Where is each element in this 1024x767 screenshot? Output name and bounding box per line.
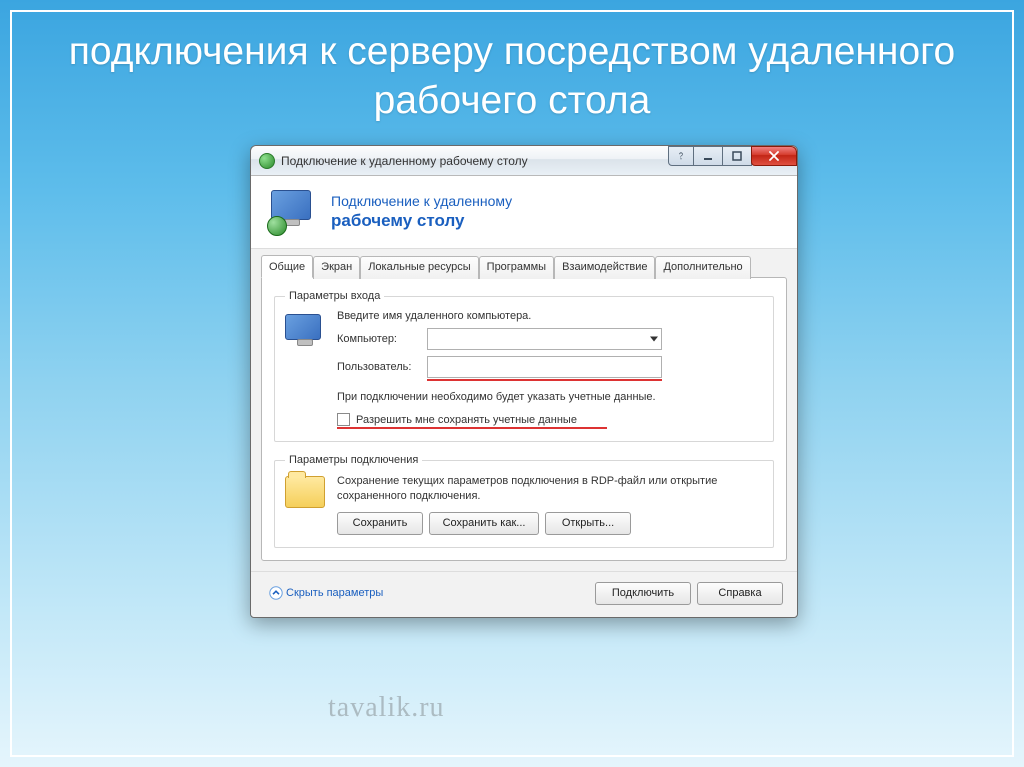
tab-general[interactable]: Общие	[261, 255, 313, 278]
login-group-legend: Параметры входа	[285, 290, 384, 302]
tab-programs[interactable]: Программы	[479, 256, 554, 279]
tab-experience[interactable]: Взаимодействие	[554, 256, 655, 279]
user-label: Пользователь:	[337, 361, 427, 373]
computer-input[interactable]	[427, 328, 662, 350]
save-creds-label: Разрешить мне сохранять учетные данные	[356, 414, 577, 426]
minimize-button[interactable]	[693, 146, 723, 166]
folder-icon	[285, 474, 325, 508]
help-button[interactable]	[668, 146, 694, 166]
computer-row: Компьютер:	[337, 328, 763, 350]
save-as-button[interactable]: Сохранить как...	[429, 512, 539, 535]
tab-local-resources[interactable]: Локальные ресурсы	[360, 256, 478, 279]
connect-button[interactable]: Подключить	[595, 582, 691, 605]
tab-panel-general: Параметры входа Введите имя удаленного к…	[261, 277, 787, 561]
rdp-app-icon	[259, 153, 275, 169]
connection-group: Параметры подключения Сохранение текущих…	[274, 454, 774, 548]
hide-params-label: Скрыть параметры	[286, 587, 383, 599]
computer-label: Компьютер:	[337, 333, 427, 345]
open-button[interactable]: Открыть...	[545, 512, 631, 535]
user-input[interactable]	[427, 356, 662, 378]
chevron-up-icon	[269, 586, 283, 600]
login-group: Параметры входа Введите имя удаленного к…	[274, 290, 774, 442]
computer-combo[interactable]	[427, 328, 662, 350]
banner: Подключение к удаленному рабочему столу	[251, 176, 797, 249]
tab-advanced[interactable]: Дополнительно	[655, 256, 750, 279]
rdp-banner-icon	[269, 190, 317, 234]
user-row: Пользователь:	[337, 356, 763, 378]
save-creds-checkbox[interactable]	[337, 413, 350, 426]
computer-icon	[285, 314, 325, 354]
banner-line2: рабочему столу	[331, 210, 512, 232]
annotation-underline-user	[427, 379, 662, 381]
save-creds-row[interactable]: Разрешить мне сохранять учетные данные	[337, 413, 763, 426]
banner-text: Подключение к удаленному рабочему столу	[331, 192, 512, 232]
rdp-window: Подключение к удаленному рабочему столу …	[250, 145, 798, 618]
tab-strip: Общие Экран Локальные ресурсы Программы …	[261, 255, 787, 278]
banner-line1: Подключение к удаленному	[331, 192, 512, 210]
hide-params-link[interactable]: Скрыть параметры	[269, 586, 383, 600]
save-button[interactable]: Сохранить	[337, 512, 423, 535]
login-note: При подключении необходимо будет указать…	[337, 391, 763, 403]
maximize-button[interactable]	[722, 146, 752, 166]
connection-buttons: Сохранить Сохранить как... Открыть...	[337, 512, 763, 535]
annotation-underline-checkbox	[337, 427, 607, 429]
window-title: Подключение к удаленному рабочему столу	[281, 154, 669, 168]
close-button[interactable]	[751, 146, 797, 166]
tab-display[interactable]: Экран	[313, 256, 360, 279]
footer: Скрыть параметры Подключить Справка	[251, 571, 797, 617]
window-controls	[669, 146, 797, 175]
content-area: Общие Экран Локальные ресурсы Программы …	[251, 249, 797, 571]
help-footer-button[interactable]: Справка	[697, 582, 783, 605]
titlebar[interactable]: Подключение к удаленному рабочему столу	[251, 146, 797, 176]
connection-group-legend: Параметры подключения	[285, 454, 422, 466]
login-hint: Введите имя удаленного компьютера.	[337, 310, 763, 322]
connection-desc: Сохранение текущих параметров подключени…	[337, 474, 763, 504]
